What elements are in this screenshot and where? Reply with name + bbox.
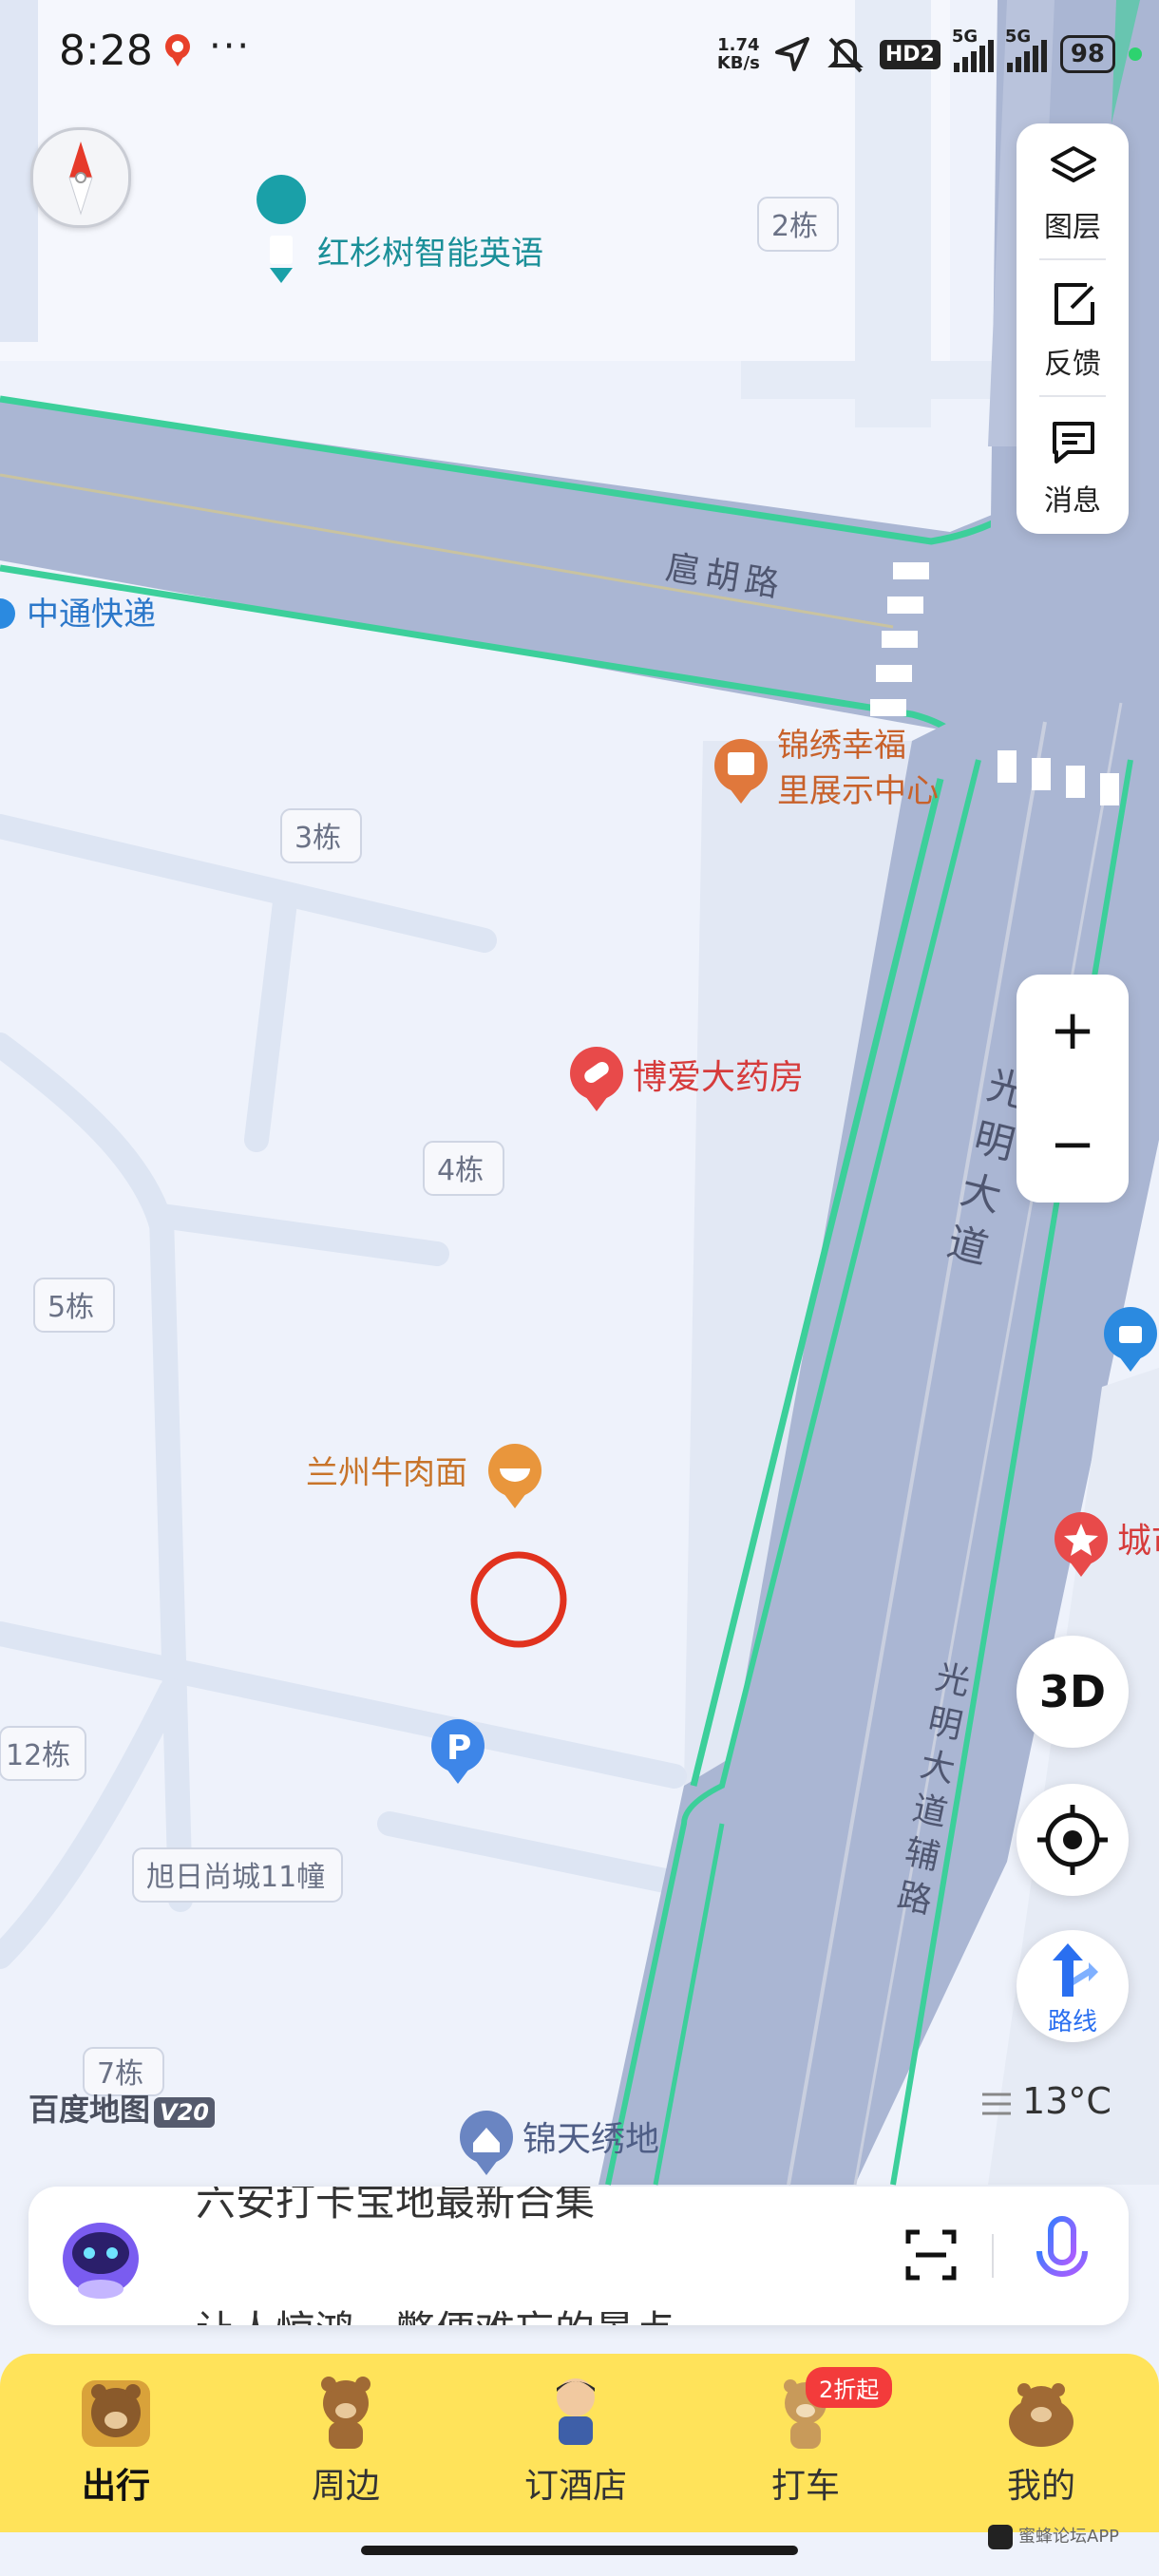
search-divider: [992, 2234, 994, 2278]
forum-watermark: 蜜蜂论坛APP: [988, 2523, 1119, 2549]
map-app-notification-icon: [165, 34, 190, 66]
messages-button[interactable]: 消息: [1016, 397, 1129, 534]
microphone-icon[interactable]: [1032, 2215, 1092, 2297]
map-tools-panel: 图层 反馈 消息: [1016, 123, 1129, 534]
mute-icon: [826, 37, 864, 73]
tab-nearby[interactable]: 周边: [251, 2354, 441, 2532]
bear-mascot-nearby-icon: [321, 2377, 370, 2449]
feedback-button[interactable]: 反馈: [1016, 260, 1129, 397]
boy-mascot-hotel-icon: [557, 2378, 595, 2445]
five-g-label-2: 5G: [1004, 27, 1032, 47]
suggestion-line-1: 六安打卡宝地最新合集: [196, 2187, 596, 2225]
tab-hotel-label: 订酒店: [523, 2467, 627, 2506]
messages-label: 消息: [1044, 484, 1101, 518]
svg-text:4栋: 4栋: [437, 1154, 484, 1187]
tab-travel-label: 出行: [81, 2467, 150, 2506]
watermark-text: 蜜蜂论坛APP: [1018, 2527, 1120, 2547]
compass-button[interactable]: [30, 127, 131, 228]
svg-text:博爱大药房: 博爱大药房: [633, 1058, 804, 1097]
zoom-in-button[interactable]: +: [1016, 975, 1129, 1089]
bottom-tab-bar: 出行 周边 订酒店 打车 2折起 我的: [0, 2354, 1159, 2532]
layers-label: 图层: [1044, 211, 1101, 244]
zoom-out-button[interactable]: −: [1016, 1089, 1129, 1203]
svg-text:兰州牛肉面: 兰州牛肉面: [306, 1454, 467, 1492]
bear-mascot-mine-icon: [1009, 2383, 1074, 2447]
route-label: 路线: [1047, 2008, 1097, 2036]
ai-assistant-avatar-icon[interactable]: [55, 2209, 146, 2301]
menu-lines-icon: [982, 2093, 1011, 2114]
svg-text:锦天绣地: 锦天绣地: [522, 2120, 659, 2159]
search-suggestion-ticker[interactable]: 六安打卡宝地最新合集 让人惊鸿一瞥便难忘的景点: [167, 2187, 889, 2325]
battery-icon: 98: [1059, 35, 1115, 73]
status-bar: 8:28 ··· 1.74 KB/s HD2 5G 5G 98: [0, 0, 1159, 104]
hd-voice-badge: HD2: [879, 39, 940, 69]
locate-me-button[interactable]: [1016, 1784, 1129, 1896]
logo-text: 百度地图: [28, 2092, 151, 2128]
building-xuri-11[interactable]: 旭日尚城11幢: [132, 1847, 343, 1903]
feedback-edit-icon: [1054, 283, 1094, 325]
locate-target-icon: [1037, 1805, 1108, 1875]
tab-mine[interactable]: 我的: [946, 2354, 1136, 2532]
compass-icon: [68, 142, 93, 216]
logo-version: V20: [154, 2097, 215, 2128]
net-speed-value: 1.74: [717, 35, 760, 55]
svg-text:5栋: 5栋: [48, 1291, 94, 1324]
location-arrow-icon: [774, 37, 809, 71]
building-4[interactable]: 4栋: [423, 1141, 504, 1196]
baidu-map-logo: 百度地图 V20: [28, 2086, 215, 2130]
route-arrow-icon: [1053, 1943, 1098, 1997]
feedback-label: 反馈: [1044, 348, 1101, 381]
net-speed: 1.74 KB/s: [717, 36, 760, 72]
temperature: 13°C: [1022, 2080, 1112, 2122]
svg-text:锦绣幸福: 锦绣幸福: [777, 727, 906, 765]
signal-2-icon: 5G: [1005, 27, 1047, 72]
privacy-indicator-dot: [1129, 47, 1142, 61]
svg-text:中通快递: 中通快递: [27, 596, 156, 634]
signal-1-icon: 5G: [952, 27, 994, 72]
suggestion-line-2: 让人惊鸿一瞥便难忘的景点: [196, 2299, 674, 2325]
search-bar[interactable]: 六安打卡宝地最新合集 让人惊鸿一瞥便难忘的景点: [28, 2187, 1129, 2325]
weather-widget[interactable]: 13°C: [980, 2080, 1112, 2122]
home-indicator[interactable]: [361, 2546, 798, 2555]
status-more-icon: ···: [209, 25, 252, 68]
3d-view-button[interactable]: 3D: [1016, 1636, 1129, 1748]
svg-text:2栋: 2栋: [771, 210, 818, 243]
tab-hotel[interactable]: 订酒店: [481, 2354, 671, 2532]
svg-text:城市: 城市: [1117, 1522, 1159, 1561]
tab-nearby-label: 周边: [311, 2467, 380, 2506]
tab-travel[interactable]: 出行: [21, 2354, 211, 2532]
tab-taxi-label: 打车: [770, 2467, 840, 2506]
message-icon: [1053, 422, 1094, 464]
watermark-logo-icon: [988, 2525, 1013, 2549]
status-indicators: 1.74 KB/s HD2 5G 5G 98: [717, 27, 1142, 80]
tab-mine-label: 我的: [1006, 2467, 1075, 2506]
zoom-controls: + −: [1016, 975, 1129, 1203]
svg-text:3栋: 3栋: [294, 822, 341, 855]
scan-icon[interactable]: [902, 2226, 960, 2283]
layers-button[interactable]: 图层: [1016, 123, 1129, 260]
building-2[interactable]: 2栋: [757, 197, 839, 252]
svg-text:红杉树智能英语: 红杉树智能英语: [317, 235, 543, 273]
svg-text:12栋: 12栋: [6, 1739, 70, 1772]
building-3[interactable]: 3栋: [280, 808, 362, 863]
layers-icon: [1051, 146, 1096, 182]
status-time: 8:28: [59, 27, 153, 75]
bear-mascot-travel-icon: [82, 2380, 150, 2447]
building-5[interactable]: 5栋: [33, 1278, 115, 1333]
building-12[interactable]: 12栋: [0, 1726, 86, 1781]
svg-text:P: P: [446, 1729, 471, 1768]
taxi-promo-badge: 2折起: [806, 2367, 893, 2408]
svg-text:旭日尚城11幢: 旭日尚城11幢: [146, 1861, 325, 1894]
five-g-label-1: 5G: [951, 27, 978, 47]
net-speed-unit: KB/s: [716, 53, 760, 73]
route-button[interactable]: 路线: [1016, 1930, 1129, 2042]
svg-text:里展示中心: 里展示中心: [777, 772, 939, 810]
